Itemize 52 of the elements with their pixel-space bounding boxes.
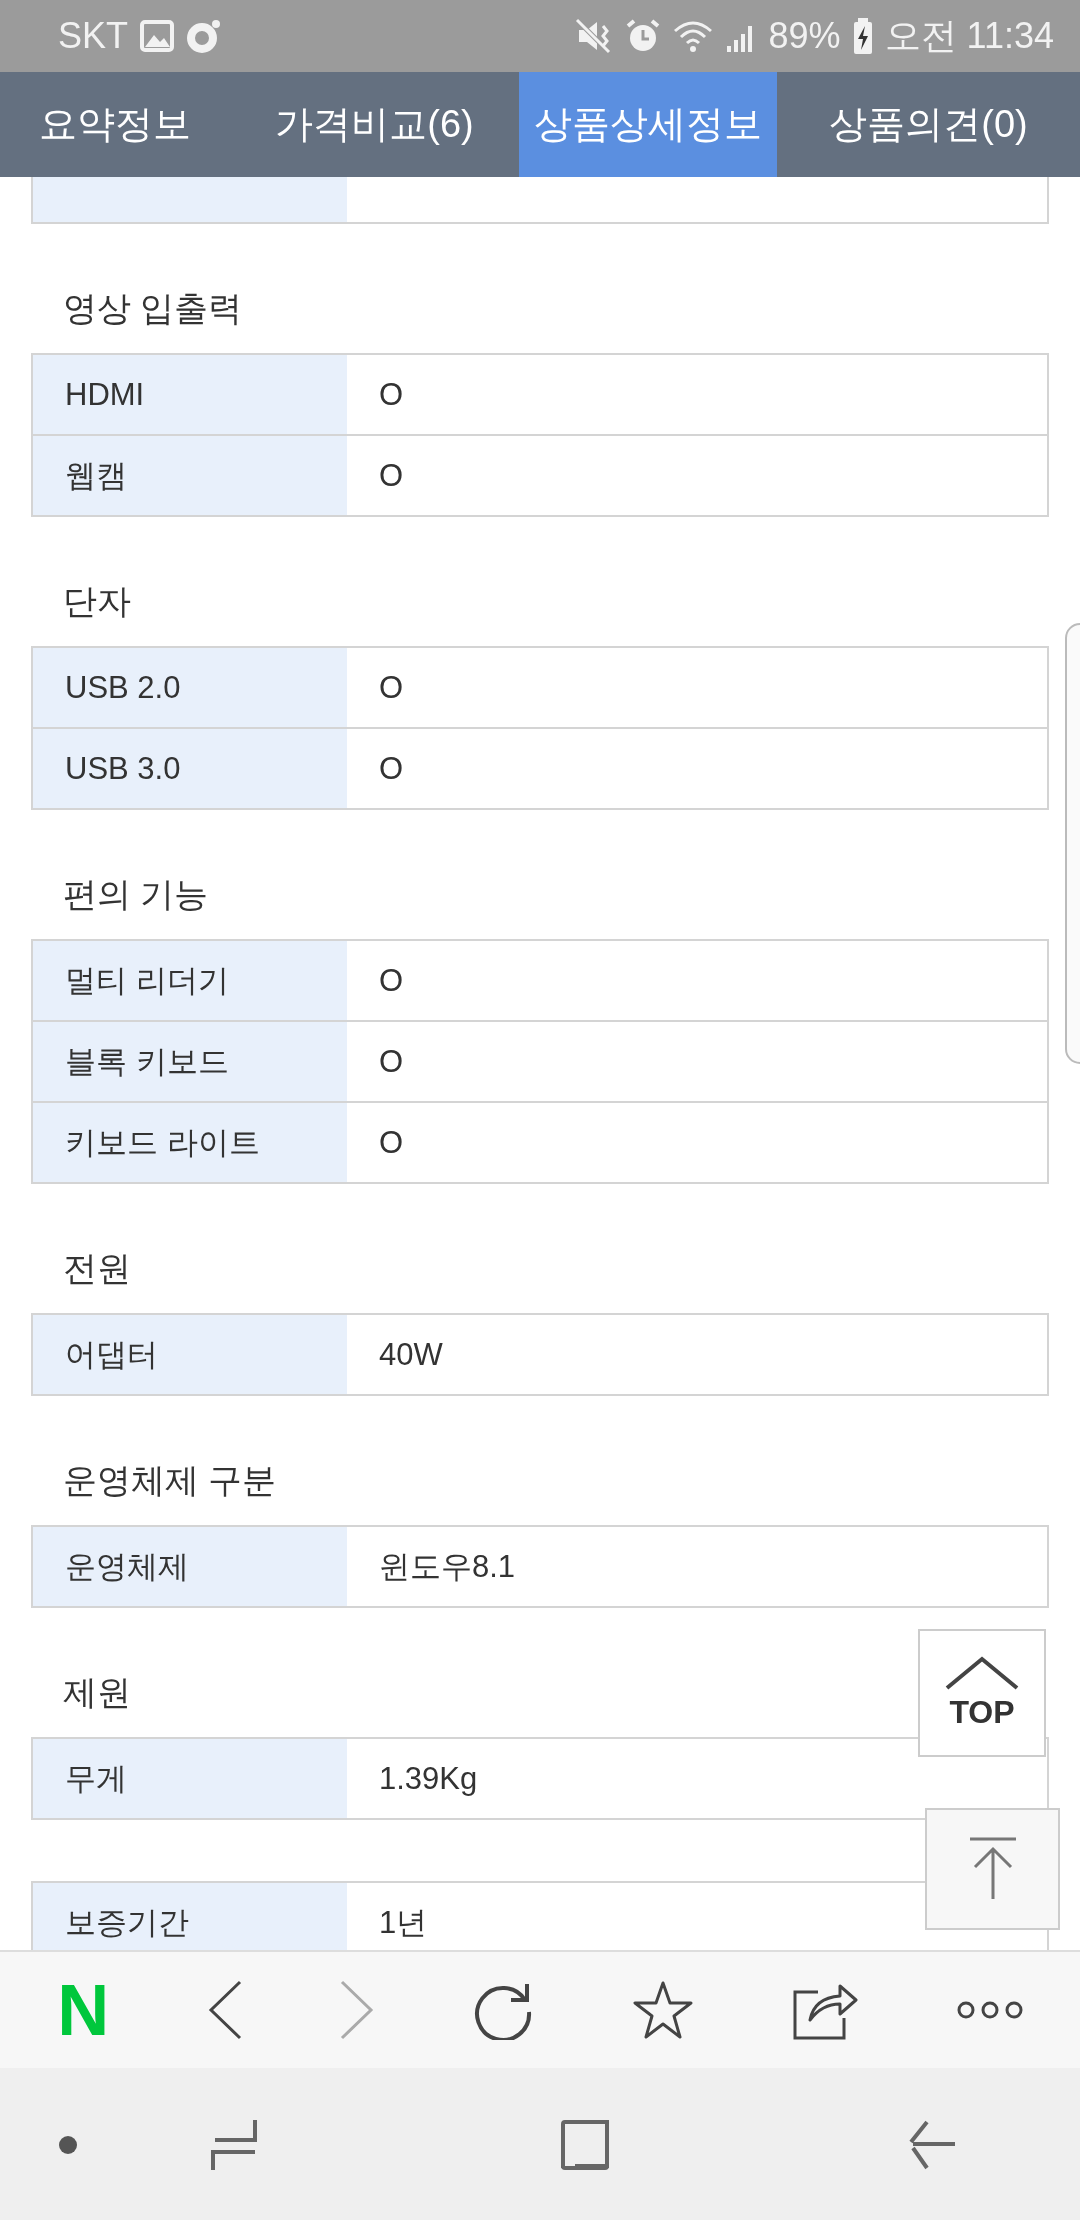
alarm-icon [624, 18, 661, 54]
spec-label-cell: 어댑터 [32, 1314, 347, 1395]
chevron-up-icon [945, 1655, 1019, 1690]
vibrate-mute-icon [574, 18, 613, 54]
star-icon [631, 1980, 694, 2040]
spec-label-cell: 운영체제 [32, 1526, 347, 1607]
spec-value-cell: O [347, 940, 1048, 1021]
spec-value-cell: O [347, 1102, 1048, 1183]
chevron-right-icon [340, 1980, 375, 2040]
top-button[interactable]: TOP [918, 1629, 1046, 1757]
spec-label-cell: USB 3.0 [32, 728, 347, 809]
arrow-left-icon [909, 2118, 957, 2172]
spec-label-cell: 블록 키보드 [32, 1021, 347, 1102]
spec-value-cell: O [347, 435, 1048, 516]
clock: 오전 11:34 [884, 13, 1054, 58]
section-title: 편의 기능 [63, 874, 209, 915]
section-title: 운영체제 구분 [63, 1460, 277, 1501]
wifi-icon [672, 19, 713, 53]
ring-icon [186, 18, 222, 54]
spec-value-cell: O [347, 647, 1048, 728]
spec-value-cell: O [347, 728, 1048, 809]
back-nav-button[interactable] [909, 2118, 957, 2172]
battery-percent: 89% [768, 15, 841, 57]
spec-value-cell: 윈도우8.1 [347, 1526, 1048, 1607]
spec-value-cell: 1.39Kg [347, 1738, 1048, 1819]
tab[interactable]: 상품상세정보 [519, 72, 777, 177]
recents-icon [211, 2118, 257, 2172]
image-icon [140, 20, 174, 52]
section-title: 단자 [63, 581, 131, 622]
dot-icon [58, 2135, 78, 2155]
more-icon [956, 2000, 1023, 2020]
carrier: SKT [58, 15, 128, 57]
recents-button[interactable] [211, 2118, 257, 2172]
spec-label-cell: USB 2.0 [32, 647, 347, 728]
spec-label-cell: 보증기간 [32, 1882, 347, 1950]
spec-label-cell: 무게 [32, 1738, 347, 1819]
section-title: 전원 [63, 1248, 131, 1289]
spec-value-cell: 40W [347, 1314, 1048, 1395]
section-title: 영상 입출력 [63, 288, 243, 329]
chevron-left-icon [207, 1980, 242, 2040]
spec-label-cell: 멀티 리더기 [32, 940, 347, 1021]
section-title: 제원 [63, 1672, 131, 1713]
square-icon [561, 2120, 609, 2170]
arrow-to-top-icon [967, 1837, 1018, 1901]
spec-label-cell: 웹캠 [32, 435, 347, 516]
spec-label-cell: HDMI [32, 354, 347, 435]
spec-label-cell: 키보드 라이트 [32, 1102, 347, 1183]
spec-value-cell: O [347, 354, 1048, 435]
dot-button[interactable] [58, 2135, 78, 2155]
spec-value-cell: O [347, 1021, 1048, 1102]
home-button[interactable] [561, 2120, 609, 2170]
battery-charging-icon [852, 18, 873, 54]
